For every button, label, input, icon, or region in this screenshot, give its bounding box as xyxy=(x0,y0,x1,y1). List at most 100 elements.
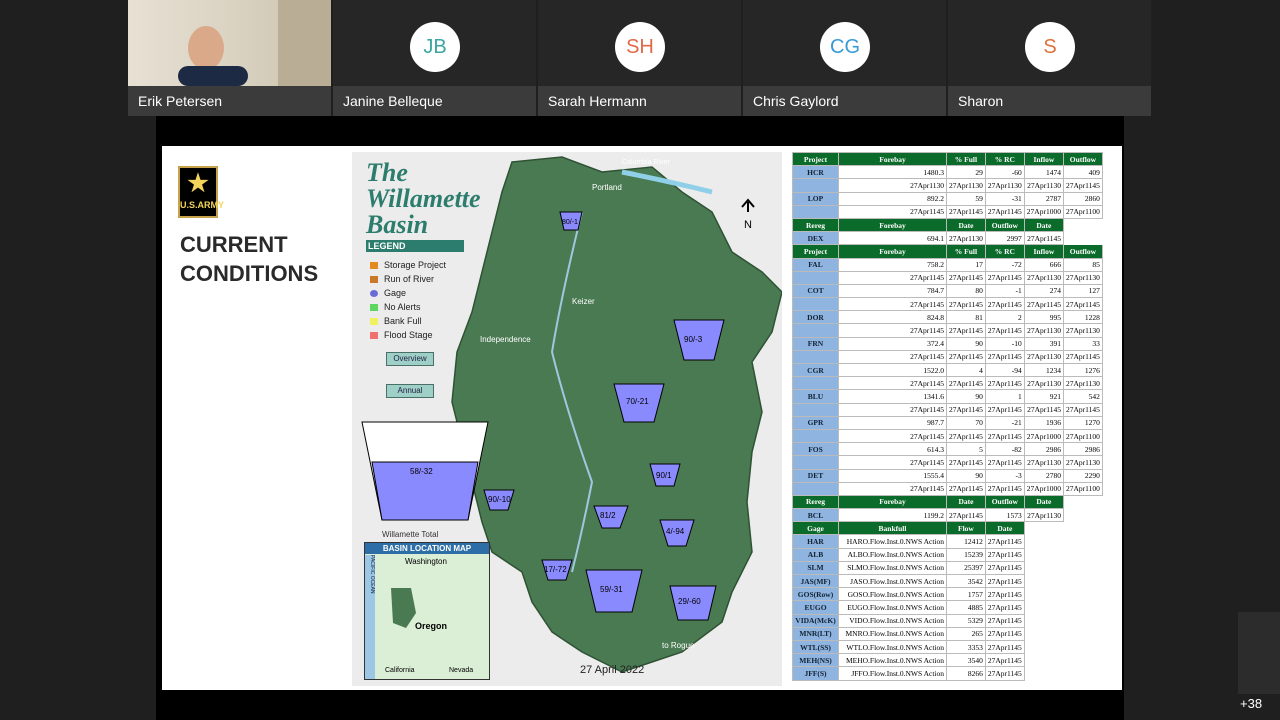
table-cell: 27Apr1100 xyxy=(1062,428,1103,444)
column-header: Flow xyxy=(946,521,986,536)
column-header: % Full xyxy=(946,244,986,259)
gage-id: SLM xyxy=(792,560,839,576)
table-cell: 27Apr1000 xyxy=(1023,428,1064,444)
table-row: EUGO EUGO.Flow.Inst.0.NWS Action 4885 27Apr… xyxy=(792,600,1103,615)
table-cell: 85 xyxy=(1062,257,1103,272)
table-cell xyxy=(1063,666,1103,680)
column-header: % RC xyxy=(984,151,1025,167)
army-logo: ★ U.S.ARMY xyxy=(178,166,224,218)
table-row: 27Apr1145 27Apr1145 27Apr1145 27Apr1000 27Ap… xyxy=(792,481,1103,496)
table-cell: 265 xyxy=(946,626,986,641)
table-cell: 27Apr1145 xyxy=(984,297,1025,312)
svg-text:70/-21: 70/-21 xyxy=(626,397,649,406)
table-cell: 372.4 xyxy=(838,336,947,351)
participant-tile[interactable]: JB Janine Belleque xyxy=(333,0,536,116)
table-cell: 27Apr1130 xyxy=(984,178,1025,193)
north-arrow-label: N xyxy=(744,219,752,231)
more-participants-count[interactable]: +38 xyxy=(1240,696,1262,711)
legend-item: Flood Stage xyxy=(370,328,446,342)
participant-avatar: SH xyxy=(615,22,665,72)
participant-tile[interactable]: Erik Petersen xyxy=(128,0,331,116)
table-cell: 5 xyxy=(946,442,986,457)
table-cell: 27Apr1145 xyxy=(1062,402,1103,417)
column-header: Date xyxy=(946,494,986,510)
column-header: Rereg xyxy=(792,217,839,233)
column-header: Outflow xyxy=(984,217,1025,233)
table-cell xyxy=(792,428,839,444)
participant-tile[interactable]: CG Chris Gaylord xyxy=(743,0,946,116)
column-header: Bankfull xyxy=(838,521,947,536)
table-cell xyxy=(1024,627,1064,641)
side-panel-strip xyxy=(1238,612,1280,694)
table-row: Project Forebay% Full% RC Inflow Outflow xyxy=(792,244,1103,259)
table-cell xyxy=(1063,561,1103,575)
table-cell: 27Apr1145 xyxy=(838,428,947,444)
table-cell: 27Apr1130 xyxy=(1062,323,1103,338)
california-label: California xyxy=(385,667,415,674)
gage-id: JAS(MF) xyxy=(792,573,839,589)
table-cell xyxy=(1063,508,1103,522)
table-cell: VIDO.Flow.Inst.0.NWS Action xyxy=(838,613,947,628)
column-header: % Full xyxy=(946,151,986,167)
participant-tile[interactable]: SH Sarah Hermann xyxy=(538,0,741,116)
table-cell xyxy=(792,270,839,285)
table-cell: 27Apr1145 xyxy=(838,481,947,496)
legend-item: No Alerts xyxy=(370,300,446,314)
participant-tile[interactable]: S Sharon xyxy=(948,0,1151,116)
table-cell: 27Apr1145 xyxy=(984,626,1025,641)
table-cell xyxy=(1063,653,1103,667)
table-cell: 27Apr1145 xyxy=(946,428,986,444)
table-cell: 2997 xyxy=(984,231,1025,246)
basin-map: 90/-3 70/-21 90/1 90/-10 81/2 4/-94 17/-… xyxy=(352,152,782,686)
table-cell: 3540 xyxy=(946,653,986,668)
table-row: FRN 372.4 90 -10 391 33 xyxy=(792,336,1103,351)
table-row: HCR 1480.3 29 -60 1474 409 xyxy=(792,165,1103,180)
table-cell: 90 xyxy=(946,389,986,404)
table-cell: 27Apr1130 xyxy=(1023,455,1064,470)
table-cell: 27Apr1130 xyxy=(946,231,986,246)
overview-button[interactable]: Overview xyxy=(386,352,434,366)
gage-id: JFF(S) xyxy=(792,666,839,681)
svg-text:Independence: Independence xyxy=(480,335,531,344)
table-row: 27Apr1145 27Apr1145 27Apr1145 27Apr1130 27Ap… xyxy=(792,455,1103,470)
annual-button[interactable]: Annual xyxy=(386,384,434,398)
table-cell: -72 xyxy=(984,257,1025,272)
table-cell: 25397 xyxy=(946,560,986,576)
table-cell: 27Apr1145 xyxy=(984,639,1025,655)
table-cell xyxy=(792,204,839,219)
svg-text:58/-32: 58/-32 xyxy=(410,467,433,476)
table-cell xyxy=(1024,600,1064,615)
column-header: Date xyxy=(984,521,1025,536)
table-row: HAR HARO.Flow.Inst.0.NWS Action 12412 27Apr… xyxy=(792,534,1103,549)
legend-item: Run of River xyxy=(370,272,446,286)
table-cell: 1234 xyxy=(1023,362,1064,378)
column-header: Date xyxy=(946,217,986,233)
table-cell: 27Apr1145 xyxy=(984,600,1025,615)
table-cell: 27Apr1145 xyxy=(984,270,1025,285)
table-cell xyxy=(1024,640,1064,654)
table-row: DET 1555.4 90 -3 2780 2290 xyxy=(792,468,1103,483)
table-cell: 27Apr1130 xyxy=(1023,270,1064,285)
table-cell xyxy=(1024,666,1064,680)
table-cell: 5329 xyxy=(946,613,986,628)
table-cell: HARO.Flow.Inst.0.NWS Action xyxy=(838,534,947,549)
table-row: 27Apr1145 27Apr1145 27Apr1145 27Apr1130 27Ap… xyxy=(792,376,1103,391)
participant-name: Janine Belleque xyxy=(333,86,536,116)
table-cell: 784.7 xyxy=(838,283,947,299)
table-cell: -94 xyxy=(984,362,1025,378)
table-cell xyxy=(1063,627,1103,641)
table-cell: -21 xyxy=(984,415,1025,430)
run-of-river-icon xyxy=(370,275,378,283)
table-cell: 90 xyxy=(946,468,986,483)
svg-text:to Rogue: to Rogue xyxy=(662,641,695,650)
table-cell: 27Apr1145 xyxy=(984,323,1025,338)
table-cell xyxy=(1063,640,1103,654)
column-header: Project xyxy=(792,151,839,167)
table-cell: 987.7 xyxy=(838,415,947,430)
project-id: DET xyxy=(792,468,839,483)
table-row: SLM SLMO.Flow.Inst.0.NWS Action 25397 27Apr… xyxy=(792,560,1103,576)
table-cell: 2780 xyxy=(1023,468,1064,483)
table-cell: 27Apr1100 xyxy=(1062,204,1103,219)
table-row: Project Forebay% Full% RC Inflow Outflow xyxy=(792,151,1103,167)
table-cell xyxy=(1063,548,1103,562)
